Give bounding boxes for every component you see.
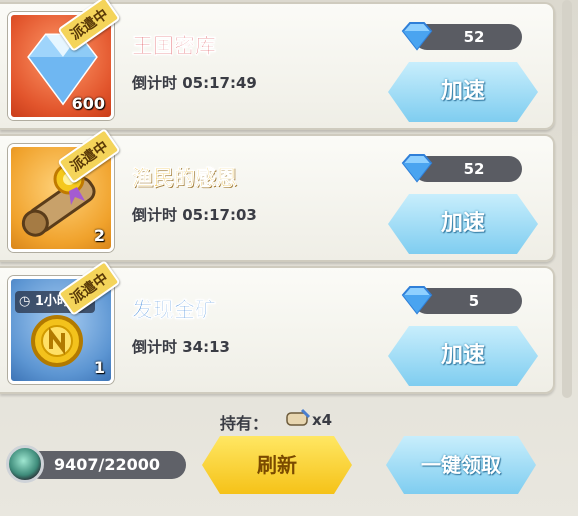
energy-orb-icon bbox=[6, 445, 44, 483]
countdown-timer: 倒计时 05:17:03 bbox=[132, 206, 257, 224]
scrollbar[interactable] bbox=[562, 0, 572, 398]
reward-count: 600 bbox=[71, 94, 105, 113]
hold-label: 持有： bbox=[220, 414, 269, 433]
scroll-icon bbox=[286, 408, 311, 426]
diamond-icon bbox=[401, 286, 433, 315]
countdown-timer: 倒计时 05:17:49 bbox=[132, 74, 257, 92]
claim-all-button[interactable]: 一键领取 bbox=[386, 436, 536, 494]
mission-title: 发现金矿 bbox=[132, 298, 217, 323]
mission-card: ◷ 1小时 1 派遣中 发现金矿 倒计时 34:13 5 加速 bbox=[0, 259, 555, 394]
speed-up-button[interactable]: 加速 bbox=[388, 194, 538, 254]
hold-count: x4 bbox=[312, 411, 333, 429]
mission-title: 渔民的感恩 bbox=[132, 166, 238, 191]
reward-count: 2 bbox=[93, 226, 105, 245]
speed-up-button[interactable]: 加速 bbox=[388, 62, 538, 122]
diamond-icon bbox=[401, 22, 433, 51]
countdown-timer: 倒计时 34:13 bbox=[132, 338, 230, 356]
speed-up-button[interactable]: 加速 bbox=[388, 326, 538, 386]
reward-count: 1 bbox=[93, 358, 105, 377]
energy-counter: 9407/22000 bbox=[26, 451, 186, 479]
mission-card: 600 派遣中 王国密库 倒计时 05:17:49 52 加速 bbox=[0, 0, 555, 130]
diamond-icon bbox=[401, 154, 433, 183]
refresh-button[interactable]: 刷新 bbox=[202, 436, 352, 494]
mission-card: 2 派遣中 渔民的感恩 倒计时 05:17:03 52 加速 bbox=[0, 127, 555, 262]
mission-title: 王国密库 bbox=[132, 34, 217, 59]
